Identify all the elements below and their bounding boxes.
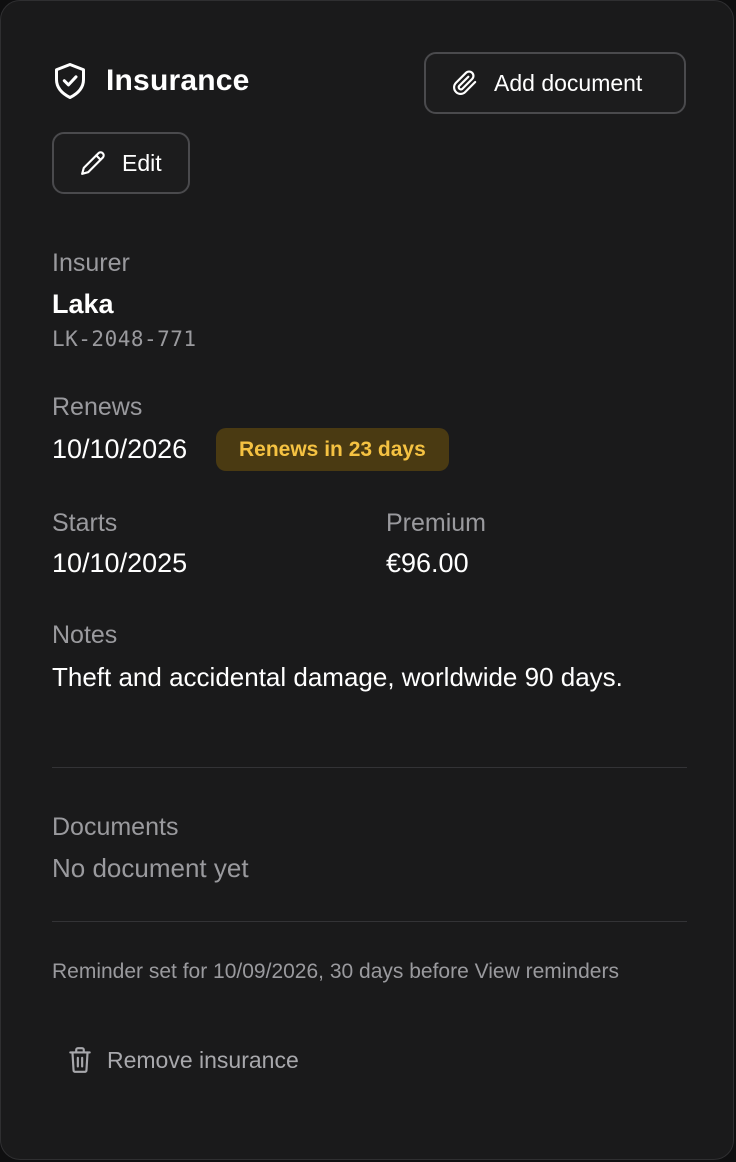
add-document-label: Add document <box>494 69 643 96</box>
section-divider <box>52 921 687 922</box>
trash-icon <box>67 1046 93 1074</box>
paperclip-icon <box>452 70 478 96</box>
insurance-card: Insurance Add document Edit Insurer Laka… <box>0 0 734 1160</box>
starts-date: 10/10/2025 <box>52 548 188 578</box>
card-header: Insurance <box>52 61 250 101</box>
edit-label: Edit <box>122 149 162 176</box>
card-title: Insurance <box>106 64 250 97</box>
premium-amount: €96.00 <box>386 548 469 578</box>
reminder-text: Reminder set for 10/09/2026, 30 days bef… <box>52 960 469 983</box>
remove-insurance-label: Remove insurance <box>107 1046 299 1073</box>
policy-number: LK-2048-771 <box>52 327 197 351</box>
remove-insurance-button[interactable]: Remove insurance <box>67 1046 299 1074</box>
shield-check-icon <box>52 61 88 101</box>
documents-empty-state: No document yet <box>52 853 249 883</box>
renews-label: Renews <box>52 393 143 421</box>
renewal-status-badge: Renews in 23 days <box>216 428 449 471</box>
pencil-icon <box>80 150 106 176</box>
starts-label: Starts <box>52 509 118 537</box>
notes-text: Theft and accidental damage, worldwide 9… <box>52 662 623 692</box>
insurer-label: Insurer <box>52 249 130 277</box>
premium-label: Premium <box>386 509 487 537</box>
renews-date: 10/10/2026 <box>52 434 188 464</box>
insurer-name: Laka <box>52 289 114 319</box>
documents-label: Documents <box>52 813 179 841</box>
add-document-button[interactable]: Add document <box>424 52 686 114</box>
section-divider <box>52 767 687 768</box>
view-reminders-link[interactable]: View reminders <box>475 960 619 983</box>
notes-label: Notes <box>52 621 118 649</box>
reminder-note: Reminder set for 10/09/2026, 30 days bef… <box>52 956 672 988</box>
edit-button[interactable]: Edit <box>52 132 190 194</box>
